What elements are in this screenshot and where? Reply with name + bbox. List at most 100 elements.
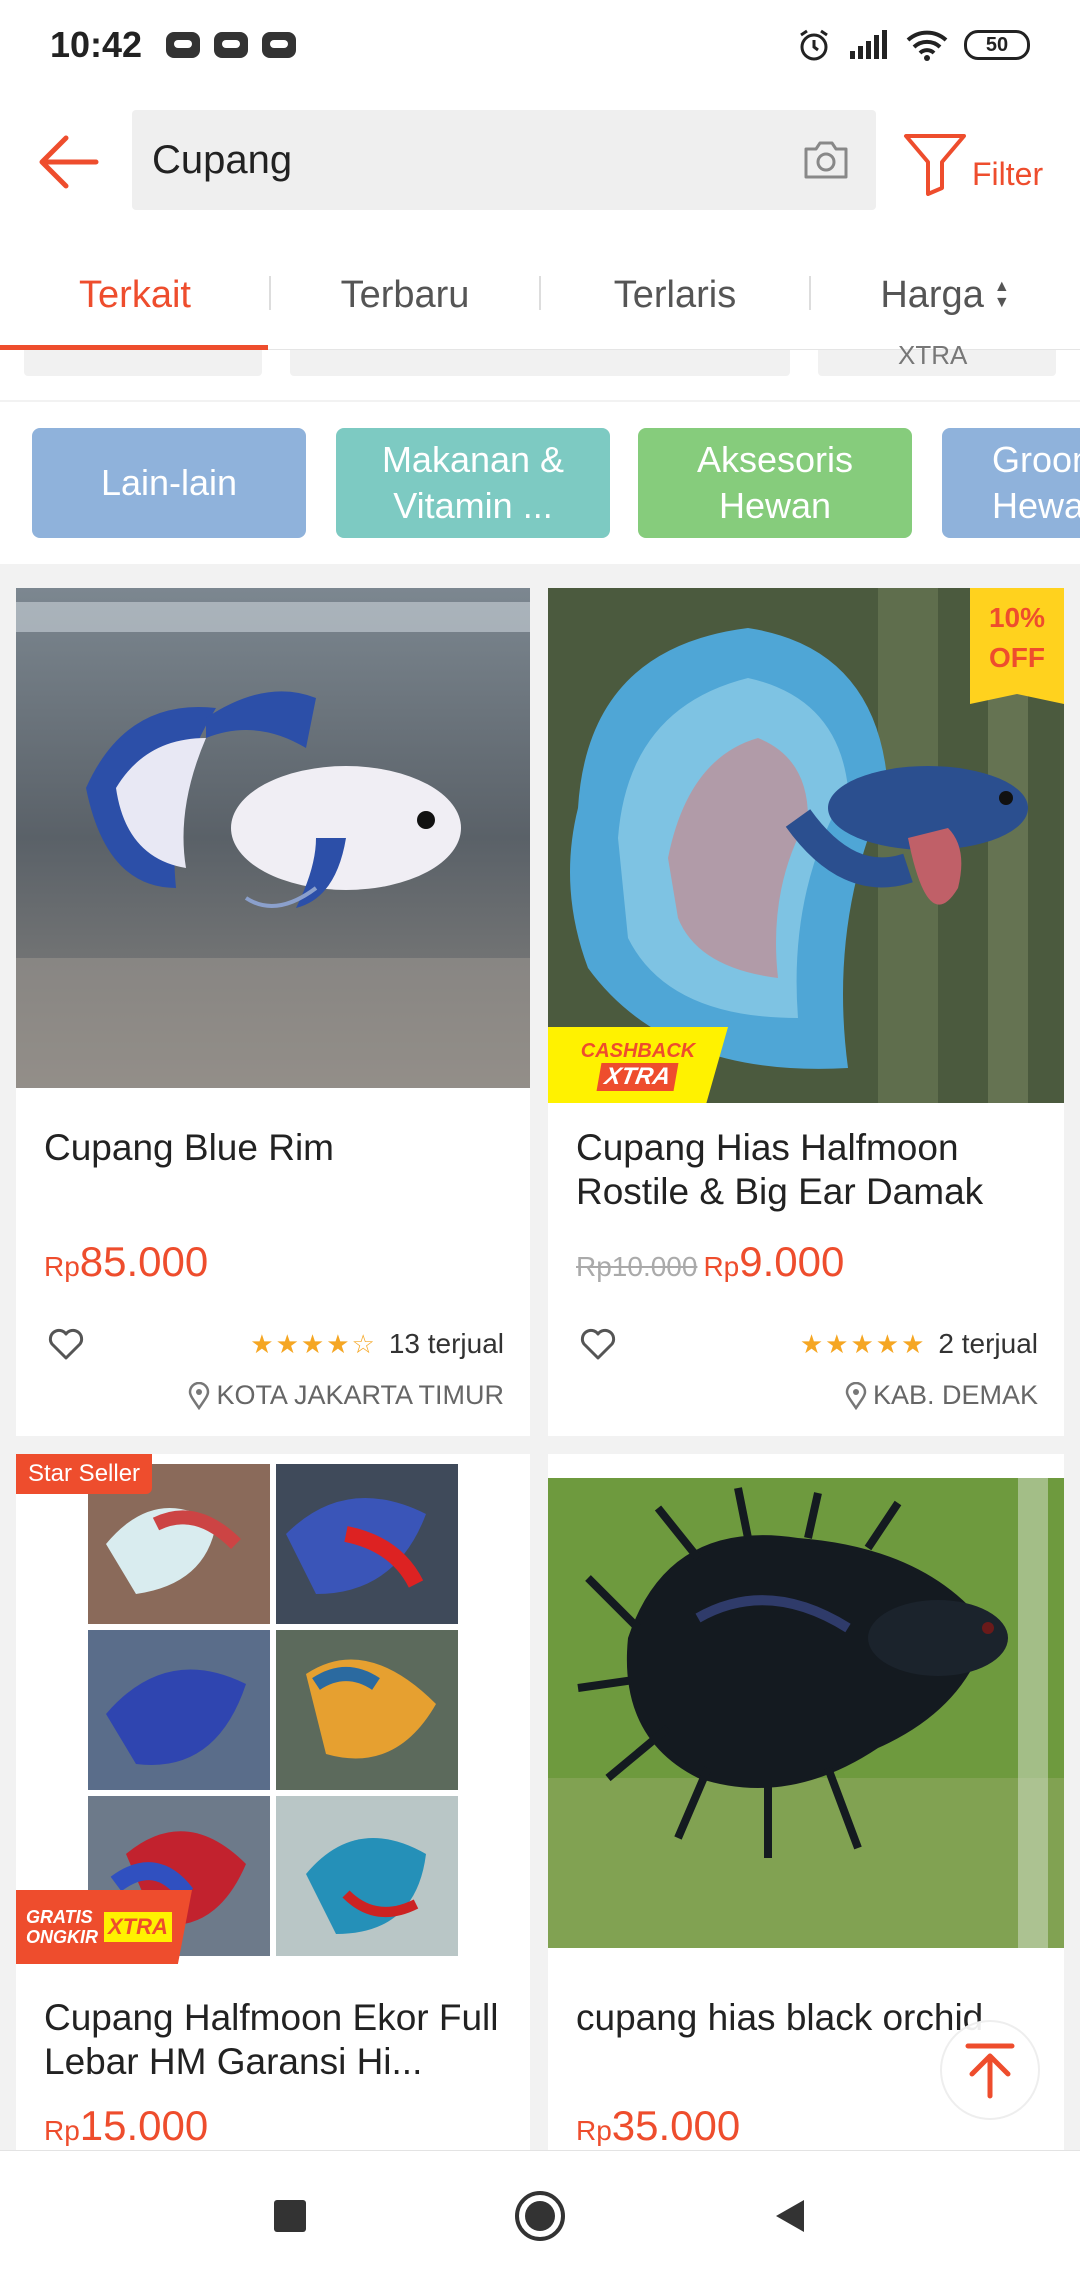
tab-harga[interactable]: Harga ▲ ▼ <box>810 240 1080 350</box>
filter-chip[interactable] <box>24 350 262 376</box>
tab-label: Harga <box>880 273 984 316</box>
product-image <box>16 588 530 1088</box>
category-grooming-hewan[interactable]: Grooming Hewan <box>942 428 1080 538</box>
battery-indicator: 50 <box>964 30 1030 60</box>
tab-label: Terlaris <box>613 273 737 316</box>
recent-apps-button[interactable] <box>260 2186 320 2246</box>
sort-tabs: Terkait Terbaru Terlaris Harga ▲ ▼ <box>0 240 1080 350</box>
star-icon: ★ <box>326 1329 350 1359</box>
notification-icons <box>166 32 297 58</box>
price-row: Rp 85.000 <box>44 1238 208 1286</box>
filter-button[interactable]: Filter <box>902 118 1062 208</box>
free-shipping-label-line2: ONGKIR <box>26 1927 98 1947</box>
price-row: Rp10.000 Rp 9.000 <box>576 1238 844 1286</box>
wifi-icon <box>906 30 948 61</box>
filter-chip-row-partial: XTRA <box>0 340 1080 400</box>
search-query: Cupang <box>152 137 293 182</box>
search-input[interactable]: Cupang <box>132 110 876 210</box>
filter-chip-label: XTRA <box>898 340 968 370</box>
category-label: Lain-lain <box>100 462 238 503</box>
signal-icon <box>850 30 887 59</box>
search-header: Cupang Filter <box>0 90 1080 240</box>
category-label: Makanan & Vitamin ... <box>381 439 565 526</box>
location: KOTA JAKARTA TIMUR <box>216 1380 504 1410</box>
location-row: KAB. DEMAK <box>845 1380 1038 1411</box>
price-currency: Rp <box>703 1251 740 1282</box>
game-controller-icon <box>166 32 201 58</box>
camera-icon <box>804 141 848 179</box>
star-outline-icon: ☆ <box>351 1329 375 1359</box>
cashback-label: CASHBACK <box>580 1039 696 1062</box>
price: 15.000 <box>79 2102 209 2149</box>
filter-chip[interactable] <box>290 350 790 376</box>
rating-stars: ★ ★ ★ ★ ☆ <box>250 1331 375 1357</box>
square-icon <box>274 2199 306 2232</box>
star-icon: ★ <box>825 1329 849 1359</box>
price: 85.000 <box>79 1238 209 1285</box>
fish-image <box>548 1478 1064 1948</box>
cashback-xtra-label: XTRA <box>596 1062 680 1091</box>
circle-icon <box>515 2190 565 2241</box>
original-price: Rp10.000 <box>576 1251 698 1282</box>
filter-chip[interactable]: XTRA <box>818 340 1056 376</box>
price: 35.000 <box>611 2102 741 2149</box>
home-button[interactable] <box>510 2186 570 2246</box>
rating-row: ★ ★ ★ ★ ☆ 13 terjual <box>250 1328 504 1360</box>
star-icon: ★ <box>799 1329 824 1359</box>
game-controller-icon <box>214 32 249 58</box>
location-pin-icon <box>845 1381 867 1410</box>
category-lain-lain[interactable]: Lain-lain <box>32 428 306 538</box>
sold-count: 2 terjual <box>938 1328 1038 1359</box>
tab-terbaru[interactable]: Terbaru <box>270 240 540 350</box>
rating-stars: ★ ★ ★ ★ ★ <box>800 1331 925 1357</box>
tab-terkait[interactable]: Terkait <box>0 240 270 350</box>
product-image <box>16 1454 530 1964</box>
camera-search-button[interactable] <box>796 130 856 190</box>
system-nav-bar <box>0 2150 1080 2280</box>
tab-divider <box>809 276 811 310</box>
sold-count: 13 terjual <box>388 1328 504 1359</box>
category-aksesoris-hewan[interactable]: Aksesoris Hewan <box>638 428 912 538</box>
star-icon: ★ <box>275 1329 299 1359</box>
category-row: Lain-lain Makanan & Vitamin ... Aksesori… <box>0 402 1080 564</box>
category-label: Aksesoris Hewan <box>696 439 854 526</box>
product-title: Cupang Blue Rim <box>44 1127 334 1168</box>
cashback-badge: CASHBACK XTRA <box>548 1027 728 1103</box>
price-currency: Rp <box>44 2115 80 2146</box>
product-card[interactable]: Cupang Blue Rim Rp 85.000 ★ ★ ★ ★ ☆ 13 terju… <box>16 588 530 1436</box>
filter-label: Filter <box>972 155 1044 192</box>
status-bar: 10:42 50 <box>0 0 1080 90</box>
back-nav-button[interactable] <box>760 2186 820 2246</box>
fish-image <box>16 588 530 1088</box>
discount-label: 10% OFF <box>988 602 1046 673</box>
free-shipping-xtra-label: XTRA <box>104 1912 172 1942</box>
tab-terlaris[interactable]: Terlaris <box>540 240 810 350</box>
location-pin-icon <box>189 1381 210 1410</box>
price-currency: Rp <box>44 1251 80 1282</box>
tab-divider <box>539 276 541 310</box>
status-time: 10:42 <box>50 24 143 65</box>
star-icon: ★ <box>875 1329 900 1359</box>
category-makanan-vitamin[interactable]: Makanan & Vitamin ... <box>336 428 610 538</box>
product-image <box>548 1478 1064 1968</box>
product-card[interactable]: Star Seller GRATIS ONGKIR XTRA Cupang Hal… <box>16 1454 530 2150</box>
star-icon: ★ <box>300 1329 325 1359</box>
back-button[interactable] <box>28 122 108 202</box>
price-currency: Rp <box>576 2115 612 2146</box>
scroll-to-top-button[interactable] <box>940 2020 1040 2120</box>
price: 9.000 <box>739 1238 845 1285</box>
arrow-up-icon <box>965 2043 1015 2099</box>
product-title: Cupang Hias Halfmoon Rostile & Big Ear D… <box>576 1127 984 1212</box>
heart-icon[interactable] <box>46 1324 86 1364</box>
price-row: Rp 15.000 <box>44 2102 208 2150</box>
location: KAB. DEMAK <box>872 1380 1038 1410</box>
rating-row: ★ ★ ★ ★ ★ 2 terjual <box>800 1328 1038 1360</box>
discount-badge: 10% OFF <box>970 588 1064 704</box>
heart-icon[interactable] <box>578 1324 618 1364</box>
alarm-icon <box>800 29 828 61</box>
category-label: Grooming Hewan <box>992 439 1080 526</box>
free-shipping-label-line1: GRATIS <box>26 1907 93 1927</box>
product-card[interactable]: 10% OFF CASHBACK XTRA Cupang Hias Halfmo… <box>548 588 1064 1436</box>
free-shipping-label: GRATIS ONGKIR <box>26 1907 98 1947</box>
free-shipping-badge: GRATIS ONGKIR XTRA <box>16 1890 192 1964</box>
